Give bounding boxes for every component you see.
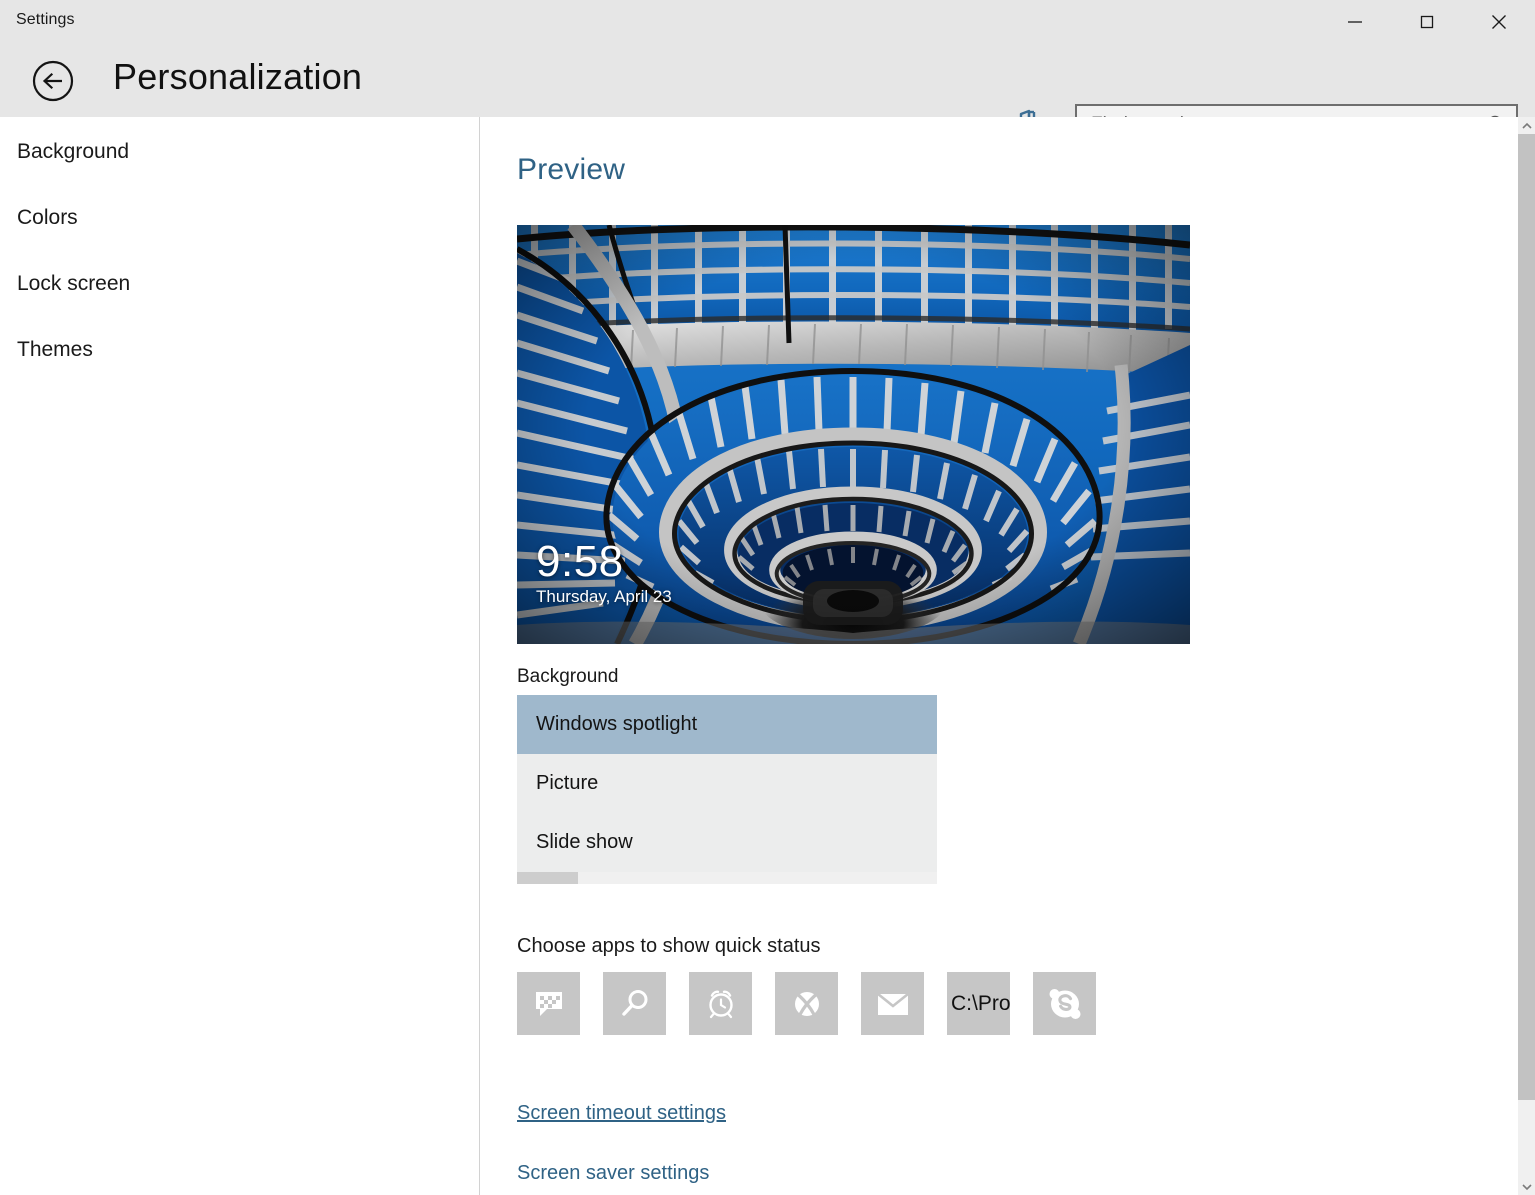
quick-status-tile-text: C:\Pro (951, 991, 1010, 1015)
window-controls (1319, 0, 1535, 44)
close-icon (1492, 15, 1506, 29)
quick-status-tile-path[interactable]: C:\Pro (947, 972, 1010, 1035)
dropdown-horizontal-scrollbar[interactable] (517, 872, 937, 884)
back-arrow-icon (32, 60, 74, 102)
scroll-up-button[interactable] (1518, 117, 1535, 134)
chevron-up-icon (1521, 122, 1532, 129)
page-title: Personalization (113, 56, 363, 97)
minimize-icon (1348, 21, 1362, 23)
quick-status-tile-alarm[interactable] (689, 972, 752, 1035)
scroll-down-button[interactable] (1518, 1178, 1535, 1195)
background-field-label: Background (517, 666, 619, 687)
quick-status-tile-search[interactable] (603, 972, 666, 1035)
title-bar: Settings (0, 0, 1535, 44)
section-title-preview: Preview (517, 153, 626, 186)
mail-icon (876, 992, 909, 1015)
content-scrollbar[interactable] (1518, 117, 1535, 1195)
sidebar-item-lock-screen[interactable]: Lock screen (0, 259, 479, 309)
sidebar-item-label: Background (17, 140, 130, 163)
settings-sidebar: Background Colors Lock screen Themes (0, 117, 480, 1195)
dropdown-option-slide-show[interactable]: Slide show (517, 813, 937, 872)
settings-window: Settings Personalization Find a setting … (0, 0, 1535, 1195)
dropdown-option-label: Slide show (536, 831, 633, 853)
search-icon (621, 989, 647, 1016)
maximize-icon (1420, 15, 1434, 29)
quick-status-tile-messaging[interactable] (517, 972, 580, 1035)
dropdown-option-label: Picture (536, 772, 599, 794)
chevron-down-icon (1521, 1183, 1532, 1190)
quick-status-label: Choose apps to show quick status (517, 935, 821, 957)
back-button[interactable] (32, 60, 74, 102)
sidebar-item-themes[interactable]: Themes (0, 325, 479, 375)
quick-status-tile-xbox[interactable] (775, 972, 838, 1035)
page-header: Personalization (0, 44, 1535, 146)
settings-content: Preview 9:58 Thursday, April 23 Backgrou… (481, 117, 1518, 1195)
skype-icon (1049, 988, 1080, 1019)
sidebar-item-colors[interactable]: Colors (0, 193, 479, 243)
alarm-clock-icon (708, 990, 733, 1018)
dropdown-scrollbar-thumb[interactable] (517, 872, 578, 884)
spiral-staircase-image (517, 225, 1190, 644)
minimize-button[interactable] (1319, 0, 1391, 44)
close-button[interactable] (1463, 0, 1535, 44)
sidebar-item-label: Colors (17, 206, 78, 229)
screen-saver-settings-link[interactable]: Screen saver settings (517, 1162, 709, 1185)
scrollbar-thumb[interactable] (1518, 134, 1535, 1100)
maximize-button[interactable] (1391, 0, 1463, 44)
sidebar-item-label: Themes (17, 338, 93, 361)
sidebar-item-label: Lock screen (17, 272, 131, 295)
sidebar-item-background[interactable]: Background (0, 127, 479, 177)
dropdown-option-windows-spotlight[interactable]: Windows spotlight (517, 695, 937, 754)
window-title: Settings (16, 11, 75, 28)
quick-status-tile-mail[interactable] (861, 972, 924, 1035)
lock-screen-preview[interactable]: 9:58 Thursday, April 23 (517, 225, 1190, 644)
dropdown-option-picture[interactable]: Picture (517, 754, 937, 813)
quick-status-tile-skype[interactable] (1033, 972, 1096, 1035)
dropdown-option-label: Windows spotlight (536, 713, 698, 735)
quick-status-tiles: C:\Pro (517, 972, 1096, 1035)
screen-timeout-settings-link[interactable]: Screen timeout settings (517, 1102, 726, 1125)
background-dropdown[interactable]: Windows spotlight Picture Slide show (517, 695, 937, 884)
messaging-icon (535, 991, 562, 1016)
xbox-icon (794, 991, 819, 1016)
